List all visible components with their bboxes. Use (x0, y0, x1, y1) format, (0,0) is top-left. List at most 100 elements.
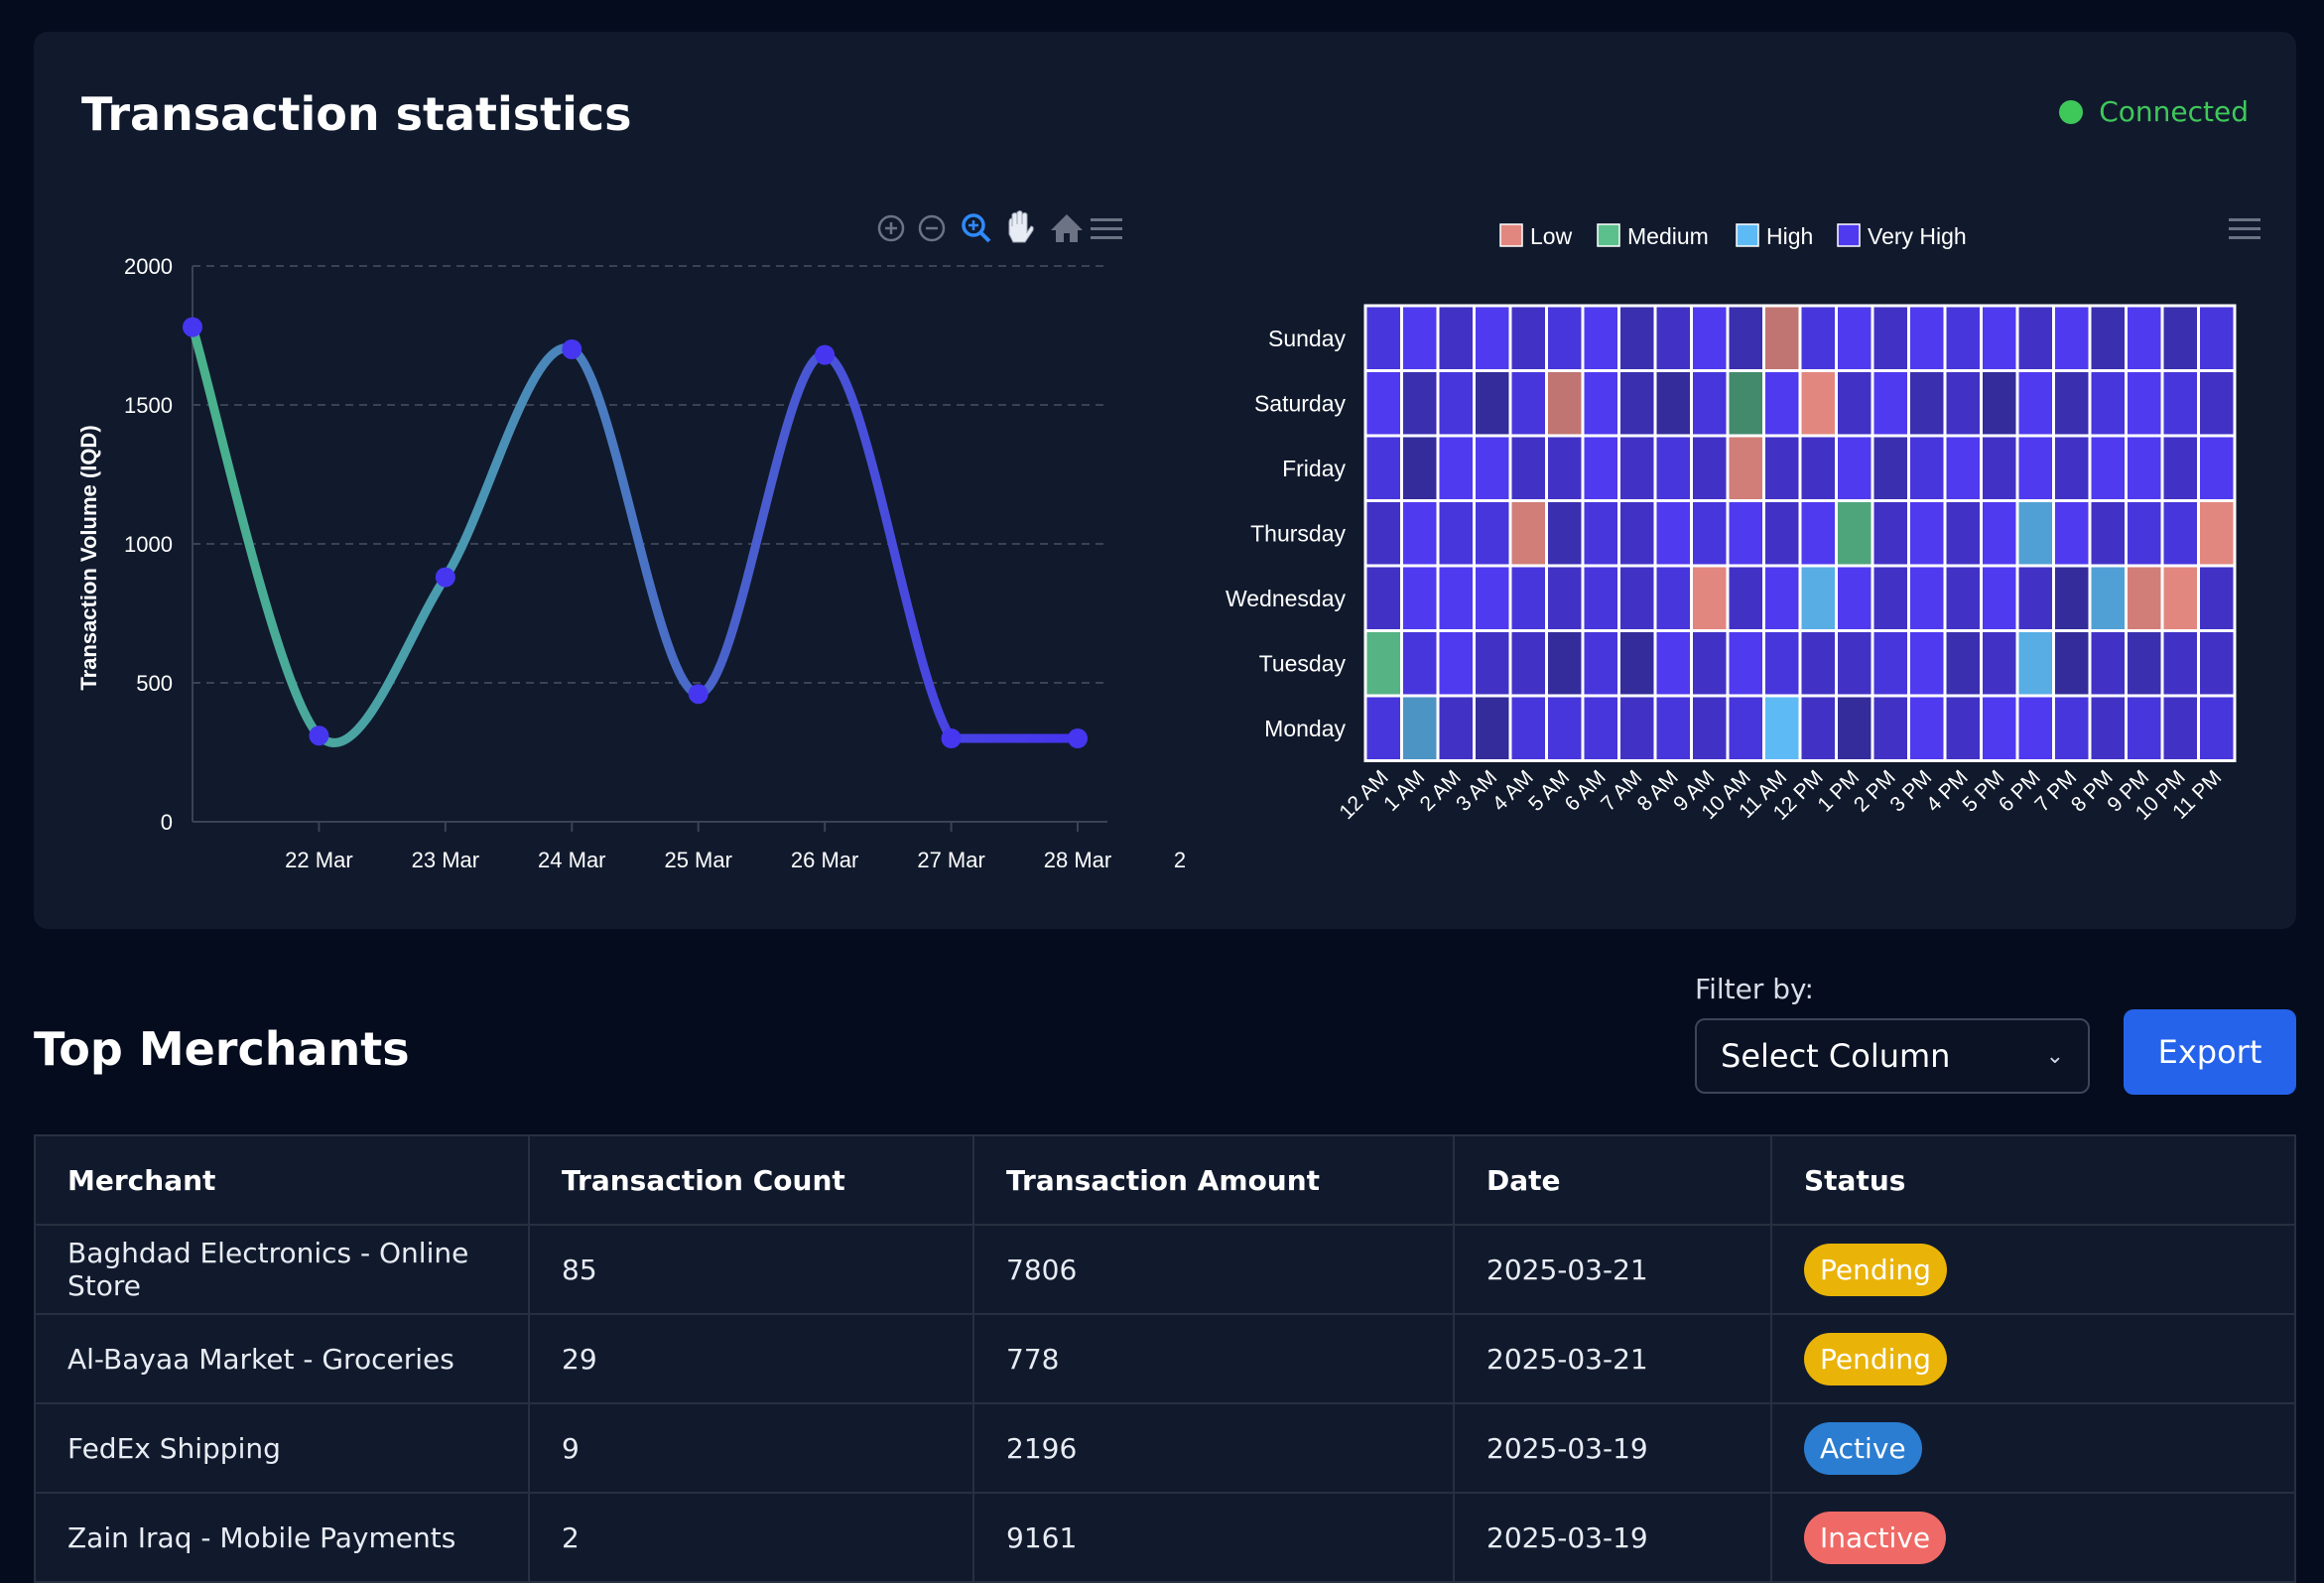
heatmap-cell[interactable] (1835, 434, 1874, 502)
heatmap-cell[interactable] (2052, 499, 2092, 568)
header-date[interactable]: Date (1453, 1134, 1772, 1226)
legend-swatch[interactable] (1837, 223, 1861, 247)
heatmap-cell[interactable] (1798, 629, 1838, 698)
heatmap-cell[interactable] (2052, 434, 2092, 502)
heatmap-cell[interactable] (1473, 369, 1512, 438)
heatmap-cell[interactable] (1363, 694, 1403, 762)
heatmap-cell[interactable] (1798, 434, 1838, 502)
heatmap-cell[interactable] (2197, 499, 2237, 568)
heatmap-cell[interactable] (1436, 629, 1476, 698)
heatmap-cell[interactable] (1653, 304, 1693, 372)
heatmap-cell[interactable] (2160, 564, 2200, 632)
heatmap-cell[interactable] (1690, 499, 1730, 568)
heatmap-cell[interactable] (1436, 499, 1476, 568)
heatmap-cell[interactable] (1581, 369, 1620, 438)
heatmap-cell[interactable] (1871, 304, 1910, 372)
heatmap-cell[interactable] (2197, 434, 2237, 502)
heatmap-cell[interactable] (1545, 694, 1585, 762)
heatmap-cell[interactable] (2197, 304, 2237, 372)
legend-label[interactable]: Medium (1627, 223, 1709, 249)
heatmap-cell[interactable] (1436, 434, 1476, 502)
heatmap-cell[interactable] (1762, 629, 1802, 698)
header-transaction-count[interactable]: Transaction Count (528, 1134, 974, 1226)
heatmap-cell[interactable] (2125, 304, 2164, 372)
column-select[interactable]: Select Column ⌄ (1695, 1018, 2090, 1094)
heatmap-cell[interactable] (1436, 694, 1476, 762)
heatmap-cell[interactable] (1762, 564, 1802, 632)
heatmap-cell[interactable] (1436, 304, 1476, 372)
heatmap-cell[interactable] (2015, 369, 2055, 438)
legend-swatch[interactable] (1597, 223, 1620, 247)
heatmap-cell[interactable] (1400, 499, 1440, 568)
heatmap-cell[interactable] (1871, 369, 1910, 438)
heatmap-cell[interactable] (1943, 564, 1983, 632)
heatmap-cell[interactable] (1835, 564, 1874, 632)
heatmap-cell[interactable] (1907, 694, 1947, 762)
heatmap-cell[interactable] (1726, 564, 1765, 632)
heatmap-cell[interactable] (1798, 564, 1838, 632)
heatmap-cell[interactable] (1473, 304, 1512, 372)
heatmap-cell[interactable] (1400, 694, 1440, 762)
heatmap-cell[interactable] (1581, 694, 1620, 762)
heatmap-cell[interactable] (2197, 564, 2237, 632)
heatmap-cell[interactable] (2197, 369, 2237, 438)
heatmap-cell[interactable] (1871, 499, 1910, 568)
heatmap-cell[interactable] (2015, 629, 2055, 698)
table-row[interactable]: FedEx Shipping 9 2196 2025-03-19 Active (34, 1402, 2296, 1494)
table-row[interactable]: Al-Bayaa Market - Groceries 29 778 2025-… (34, 1313, 2296, 1404)
heatmap-cell[interactable] (1400, 369, 1440, 438)
heatmap-cell[interactable] (1363, 564, 1403, 632)
heatmap-cell[interactable] (2125, 564, 2164, 632)
heatmap-cell[interactable] (1436, 369, 1476, 438)
heatmap-cell[interactable] (1980, 564, 2019, 632)
heatmap-cell[interactable] (2160, 629, 2200, 698)
heatmap-cell[interactable] (1545, 434, 1585, 502)
heatmap-cell[interactable] (1581, 434, 1620, 502)
heatmap-cell[interactable] (2088, 434, 2128, 502)
heatmap-cell[interactable] (1835, 499, 1874, 568)
legend-label[interactable]: Very High (1868, 223, 1967, 249)
heatmap-cell[interactable] (1653, 694, 1693, 762)
legend-label[interactable]: Low (1530, 223, 1573, 249)
heatmap-cell[interactable] (1943, 694, 1983, 762)
heatmap-cell[interactable] (2015, 694, 2055, 762)
heatmap-cell[interactable] (1363, 499, 1403, 568)
heatmap-cell[interactable] (1907, 369, 1947, 438)
heatmap-cell[interactable] (2160, 499, 2200, 568)
heatmap-cell[interactable] (1473, 694, 1512, 762)
heatmap-cell[interactable] (1617, 369, 1657, 438)
heatmap-cell[interactable] (1980, 434, 2019, 502)
heatmap-cell[interactable] (1363, 369, 1403, 438)
heatmap-cell[interactable] (1545, 564, 1585, 632)
header-transaction-amount[interactable]: Transaction Amount (972, 1134, 1455, 1226)
heatmap-cell[interactable] (1907, 629, 1947, 698)
heatmap-cell[interactable] (1581, 304, 1620, 372)
heatmap-cell[interactable] (1473, 434, 1512, 502)
heatmap-cell[interactable] (1980, 694, 2019, 762)
heatmap-cell[interactable] (1762, 499, 1802, 568)
heatmap-cell[interactable] (1508, 369, 1548, 438)
heatmap-cell[interactable] (1726, 694, 1765, 762)
heatmap-cell[interactable] (1363, 629, 1403, 698)
heatmap-cell[interactable] (1726, 304, 1765, 372)
heatmap-cell[interactable] (1508, 434, 1548, 502)
heatmap-cell[interactable] (1907, 304, 1947, 372)
heatmap-cell[interactable] (2125, 434, 2164, 502)
heatmap-cell[interactable] (2088, 629, 2128, 698)
heatmap-cell[interactable] (1690, 694, 1730, 762)
table-row[interactable]: Baghdad Electronics - Online Store 85 78… (34, 1224, 2296, 1315)
heatmap-cell[interactable] (2015, 304, 2055, 372)
heatmap-cell[interactable] (2160, 304, 2200, 372)
heatmap-cell[interactable] (2160, 369, 2200, 438)
heatmap-cell[interactable] (2125, 369, 2164, 438)
heatmap-cell[interactable] (1400, 629, 1440, 698)
heatmap-cell[interactable] (1980, 369, 2019, 438)
heatmap-cell[interactable] (1581, 499, 1620, 568)
heatmap-cell[interactable] (1726, 369, 1765, 438)
heatmap-cell[interactable] (1871, 629, 1910, 698)
heatmap-cell[interactable] (2088, 499, 2128, 568)
heatmap-cell[interactable] (1943, 499, 1983, 568)
export-button[interactable]: Export (2124, 1009, 2296, 1095)
heatmap-cell[interactable] (2052, 694, 2092, 762)
heatmap-cell[interactable] (1545, 304, 1585, 372)
